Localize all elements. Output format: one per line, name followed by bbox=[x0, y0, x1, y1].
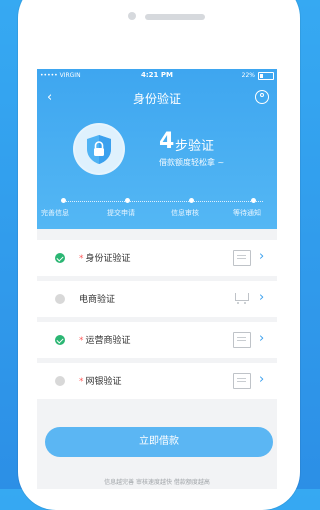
apply-loan-button[interactable]: 立即借款 bbox=[45, 427, 273, 457]
check-done-icon bbox=[55, 335, 65, 345]
step-label: 提交申请 bbox=[107, 209, 135, 217]
camera-icon bbox=[128, 12, 136, 20]
shield-lock-icon bbox=[75, 125, 123, 173]
step-label: 等待通知 bbox=[233, 209, 261, 217]
item-label: 电商验证 bbox=[79, 295, 116, 305]
steps-count: 4 bbox=[159, 129, 175, 154]
footer-note: 信息越完善 审核速度越快 借款额度越高 bbox=[104, 479, 210, 486]
battery-icon bbox=[258, 72, 274, 80]
chevron-right-icon: › bbox=[259, 372, 265, 387]
item-label: * 网银验证 bbox=[79, 377, 122, 387]
keyboard-icon bbox=[233, 373, 251, 389]
chevron-right-icon: › bbox=[259, 249, 265, 264]
verify-item-bank[interactable]: * 网银验证 › bbox=[37, 363, 277, 399]
hero-slogan: 借款额度轻松拿 ~ bbox=[159, 158, 225, 167]
navbar: ‹ 身份验证 bbox=[37, 85, 277, 111]
check-pending-icon bbox=[55, 376, 65, 386]
verify-item-carrier[interactable]: * 运营商验证 › bbox=[37, 322, 277, 358]
app-screen: ••••• VIRGIN 4:21 PM 22% ‹ 身份验证 4 步验证 借款… bbox=[37, 69, 277, 489]
verify-item-id-card[interactable]: * 身份证验证 › bbox=[37, 240, 277, 276]
check-pending-icon bbox=[55, 294, 65, 304]
progress-dot bbox=[125, 198, 130, 203]
progress-track bbox=[63, 201, 263, 203]
battery-percent: 22% bbox=[241, 72, 255, 79]
user-icon[interactable] bbox=[255, 90, 269, 104]
shield-badge bbox=[73, 123, 125, 175]
cart-icon bbox=[233, 291, 249, 305]
verify-item-ecommerce[interactable]: 电商验证 › bbox=[37, 281, 277, 317]
progress-dot bbox=[251, 198, 256, 203]
page-title: 身份验证 bbox=[132, 92, 181, 106]
step-label: 信息审核 bbox=[171, 209, 199, 217]
speaker-grille bbox=[145, 14, 205, 20]
item-label: * 运营商验证 bbox=[79, 336, 131, 346]
step-label: 完善信息 bbox=[41, 209, 69, 217]
progress-dot bbox=[61, 198, 66, 203]
check-done-icon bbox=[55, 253, 65, 263]
chevron-right-icon: › bbox=[259, 290, 265, 305]
document-icon bbox=[233, 332, 251, 348]
chevron-right-icon: › bbox=[259, 331, 265, 346]
id-card-icon bbox=[233, 250, 251, 266]
item-label: * 身份证验证 bbox=[79, 254, 131, 264]
steps-unit: 步验证 bbox=[175, 139, 215, 154]
status-bar: ••••• VIRGIN 4:21 PM 22% bbox=[37, 69, 277, 83]
progress-dot bbox=[189, 198, 194, 203]
header: ••••• VIRGIN 4:21 PM 22% ‹ 身份验证 4 步验证 借款… bbox=[37, 69, 277, 229]
